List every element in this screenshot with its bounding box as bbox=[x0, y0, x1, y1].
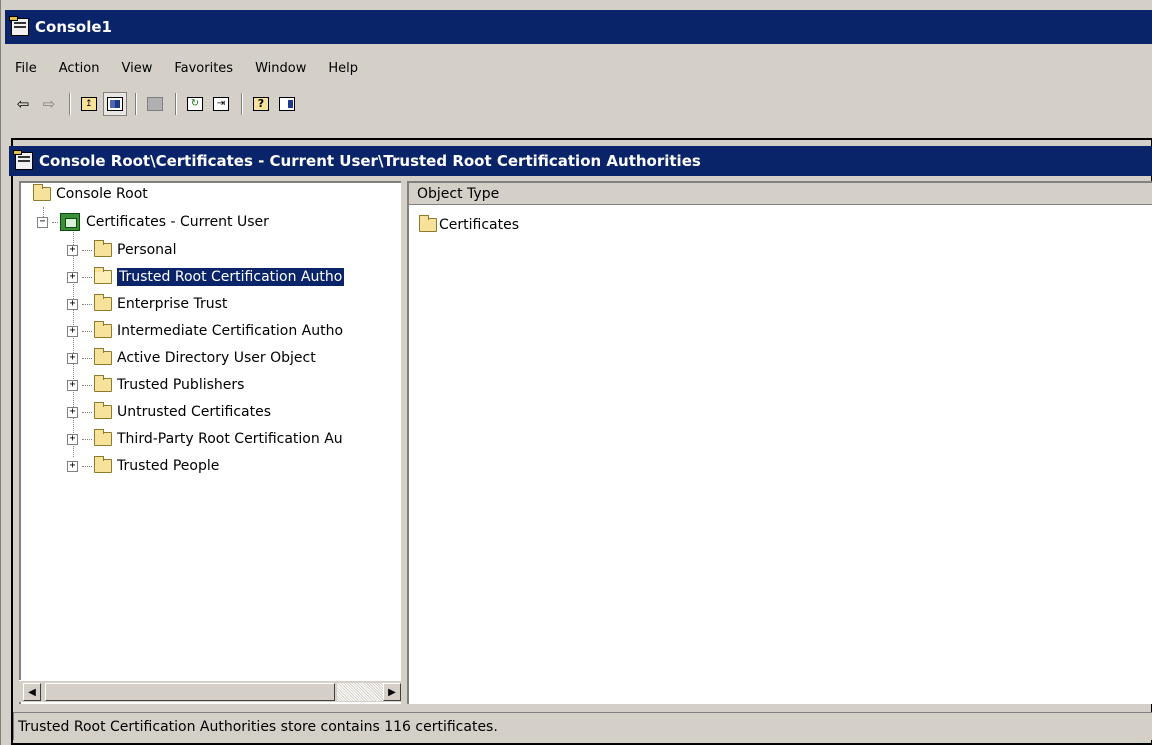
tree-item-enterprise-trust[interactable]: + Enterprise Trust bbox=[67, 293, 227, 315]
mmc-document-icon bbox=[13, 150, 35, 172]
certificate-store-icon bbox=[60, 213, 80, 231]
open-folder-icon bbox=[94, 267, 112, 284]
tree-item-label-selected: Trusted Root Certification Autho bbox=[117, 268, 345, 286]
show-hide-action-pane-icon[interactable] bbox=[275, 92, 299, 116]
menu-bar: File Action View Favorites Window Help bbox=[5, 54, 1152, 82]
tree-horizontal-scrollbar[interactable]: ◀ ▶ bbox=[19, 680, 401, 702]
expand-icon[interactable]: + bbox=[67, 460, 78, 472]
folder-icon bbox=[94, 294, 112, 311]
tree-item-label: Active Directory User Object bbox=[117, 350, 316, 366]
toolbar: ⇦ ⇨ ↥ ↻ ⇥ ? bbox=[5, 88, 1152, 120]
status-bar: Trusted Root Certification Authorities s… bbox=[13, 712, 1152, 740]
expand-icon[interactable]: + bbox=[67, 271, 78, 283]
delete-icon[interactable] bbox=[143, 92, 167, 116]
console-tree-pane[interactable]: Console Root − Certificates - Current Us… bbox=[19, 181, 401, 704]
up-one-level-icon[interactable]: ↥ bbox=[77, 92, 101, 116]
toolbar-separator bbox=[175, 93, 177, 115]
tree-item-trusted-root[interactable]: + Trusted Root Certification Autho bbox=[67, 266, 345, 288]
mmc-window: Console1 File Action View Favorites Wind… bbox=[0, 0, 1152, 745]
column-header-object-type[interactable]: Object Type bbox=[409, 183, 1152, 205]
expand-icon[interactable]: + bbox=[67, 244, 78, 256]
scrollbar-thumb[interactable] bbox=[45, 683, 335, 701]
window-title: Console1 bbox=[35, 18, 112, 36]
toolbar-separator bbox=[135, 93, 137, 115]
tree-item-trusted-people[interactable]: + Trusted People bbox=[67, 455, 219, 477]
tree-item-label: Console Root bbox=[56, 186, 148, 202]
folder-icon bbox=[94, 456, 112, 473]
refresh-icon[interactable]: ↻ bbox=[183, 92, 207, 116]
tree-item-label: Enterprise Trust bbox=[117, 296, 228, 312]
tree-item-label: Untrusted Certificates bbox=[117, 404, 271, 420]
folder-icon bbox=[94, 240, 112, 257]
scroll-right-icon[interactable]: ▶ bbox=[383, 683, 401, 701]
column-header-label: Object Type bbox=[417, 185, 500, 202]
menu-favorites[interactable]: Favorites bbox=[174, 61, 233, 76]
forward-arrow-icon[interactable]: ⇨ bbox=[37, 92, 61, 116]
results-list-pane[interactable]: Object Type Certificates bbox=[407, 181, 1152, 704]
toolbar-separator bbox=[241, 93, 243, 115]
expand-icon[interactable]: + bbox=[67, 298, 78, 310]
tree-item-trusted-publishers[interactable]: + Trusted Publishers bbox=[67, 374, 244, 396]
tree-item-label: Personal bbox=[117, 242, 177, 258]
folder-icon bbox=[33, 184, 51, 201]
menu-view[interactable]: View bbox=[121, 61, 152, 76]
document-title: Console Root\Certificates - Current User… bbox=[39, 152, 701, 170]
help-icon[interactable]: ? bbox=[249, 92, 273, 116]
menu-action[interactable]: Action bbox=[59, 61, 100, 76]
list-item-certificates[interactable]: Certificates bbox=[419, 215, 520, 233]
scrollbar-track[interactable] bbox=[337, 683, 383, 701]
folder-icon bbox=[94, 429, 112, 446]
tree-item-third-party-root[interactable]: + Third-Party Root Certification Au bbox=[67, 428, 343, 450]
menu-window[interactable]: Window bbox=[255, 61, 306, 76]
expand-icon[interactable]: + bbox=[67, 352, 78, 364]
list-item-label: Certificates bbox=[439, 217, 520, 233]
show-hide-console-tree-icon[interactable] bbox=[103, 92, 127, 116]
folder-icon bbox=[94, 375, 112, 392]
toolbar-separator bbox=[69, 93, 71, 115]
menu-file[interactable]: File bbox=[15, 61, 37, 76]
scroll-left-icon[interactable]: ◀ bbox=[23, 683, 41, 701]
folder-icon bbox=[94, 402, 112, 419]
collapse-icon[interactable]: − bbox=[37, 216, 48, 228]
folder-icon bbox=[94, 348, 112, 365]
tree-item-console-root[interactable]: Console Root bbox=[33, 183, 148, 205]
expand-icon[interactable]: + bbox=[67, 325, 78, 337]
expand-icon[interactable]: + bbox=[67, 433, 78, 445]
menu-help[interactable]: Help bbox=[328, 61, 358, 76]
tree-item-certificates-current-user[interactable]: − Certificates - Current User bbox=[37, 211, 269, 233]
tree-item-untrusted[interactable]: + Untrusted Certificates bbox=[67, 401, 271, 423]
tree-item-intermediate[interactable]: + Intermediate Certification Autho bbox=[67, 320, 343, 342]
back-arrow-icon[interactable]: ⇦ bbox=[11, 92, 35, 116]
tree-item-label: Certificates - Current User bbox=[86, 214, 269, 230]
tree-item-label: Intermediate Certification Autho bbox=[117, 323, 344, 339]
tree-item-personal[interactable]: + Personal bbox=[67, 239, 177, 261]
folder-icon bbox=[419, 215, 437, 232]
export-list-icon[interactable]: ⇥ bbox=[209, 92, 233, 116]
expand-icon[interactable]: + bbox=[67, 379, 78, 391]
tree-item-label: Trusted Publishers bbox=[117, 377, 245, 393]
status-text: Trusted Root Certification Authorities s… bbox=[18, 718, 498, 735]
tree-item-active-directory[interactable]: + Active Directory User Object bbox=[67, 347, 316, 369]
tree-item-label: Trusted People bbox=[117, 458, 220, 474]
tree-item-label: Third-Party Root Certification Au bbox=[117, 431, 343, 447]
document-titlebar[interactable]: Console Root\Certificates - Current User… bbox=[9, 146, 1152, 176]
window-titlebar[interactable]: Console1 bbox=[5, 10, 1152, 44]
folder-icon bbox=[94, 321, 112, 338]
mmc-app-icon bbox=[9, 16, 31, 38]
expand-icon[interactable]: + bbox=[67, 406, 78, 418]
